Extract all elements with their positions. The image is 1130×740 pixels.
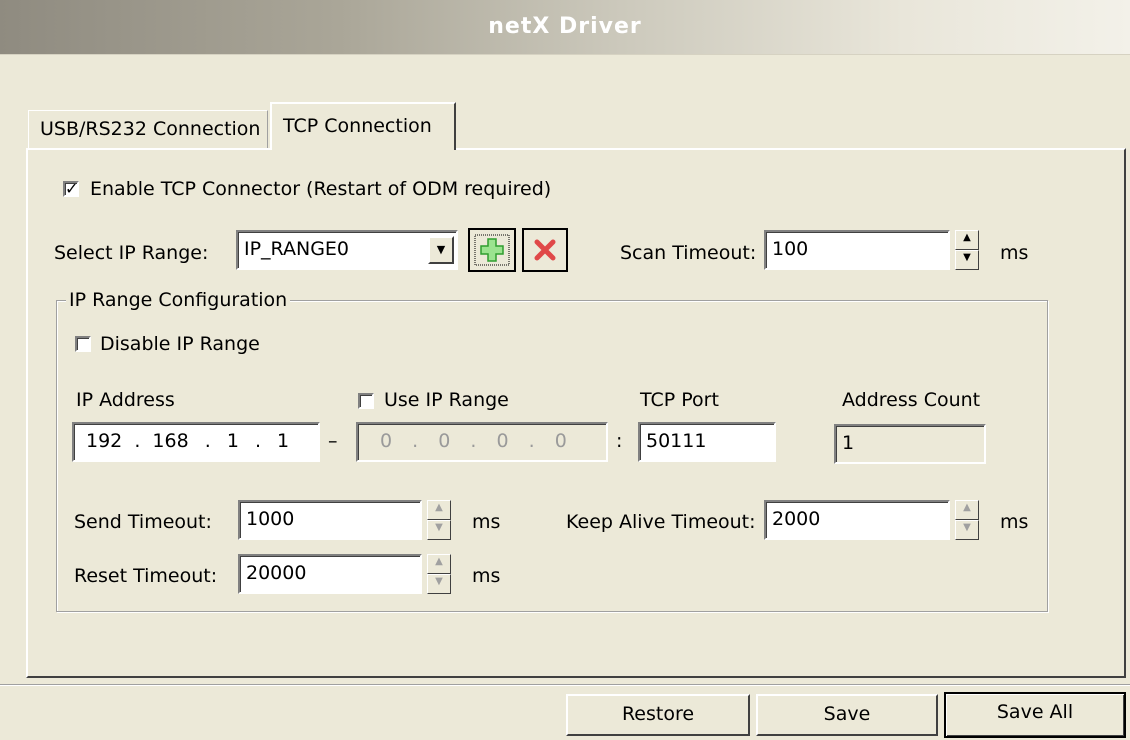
range-separator: – <box>328 430 338 452</box>
title-bar: netX Driver <box>0 0 1130 55</box>
address-count-field: 1 <box>834 424 986 464</box>
scan-timeout-input[interactable]: 100 <box>764 230 950 270</box>
reset-timeout-stepper[interactable]: ▲ ▼ <box>427 554 451 594</box>
ip-range-config-title: IP Range Configuration <box>66 289 291 311</box>
stepper-down-icon[interactable]: ▼ <box>955 520 979 540</box>
keep-alive-timeout-label: Keep Alive Timeout: <box>566 511 756 533</box>
tcp-port-label: TCP Port <box>640 389 719 411</box>
plus-icon <box>474 234 510 266</box>
ip-end-octet-4[interactable]: 0 <box>555 430 567 452</box>
keep-alive-timeout-unit: ms <box>1000 511 1029 533</box>
disable-ip-range-label: Disable IP Range <box>100 333 260 355</box>
ip-dot: . <box>470 430 477 452</box>
scan-timeout-stepper[interactable]: ▲ ▼ <box>955 230 979 270</box>
stepper-up-icon[interactable]: ▲ <box>955 230 979 250</box>
ip-octet-3[interactable]: 1 <box>227 430 239 452</box>
enable-tcp-label: Enable TCP Connector (Restart of ODM req… <box>90 178 552 200</box>
stepper-up-icon[interactable]: ▲ <box>427 554 451 574</box>
stepper-up-icon[interactable]: ▲ <box>955 500 979 520</box>
tab-tcp-connection[interactable]: TCP Connection <box>270 102 456 150</box>
chevron-down-icon[interactable]: ▼ <box>428 236 454 264</box>
ip-dot: . <box>254 430 261 452</box>
address-count-label: Address Count <box>842 389 981 411</box>
ip-octet-1[interactable]: 192 <box>86 430 122 452</box>
save-all-button[interactable]: Save All <box>944 692 1126 738</box>
ip-dot: . <box>204 430 211 452</box>
save-button[interactable]: Save <box>756 694 938 736</box>
keep-alive-timeout-input[interactable]: 2000 <box>764 500 950 540</box>
ip-end-octet-2[interactable]: 0 <box>438 430 450 452</box>
tcp-port-input[interactable]: 50111 <box>638 422 776 462</box>
ip-address-end-input[interactable]: 0 . 0 . 0 . 0 <box>356 422 608 462</box>
stepper-down-icon[interactable]: ▼ <box>427 520 451 540</box>
select-ip-range-label: Select IP Range: <box>54 242 209 264</box>
send-timeout-label: Send Timeout: <box>74 511 212 533</box>
reset-timeout-unit: ms <box>472 565 501 587</box>
scan-timeout-unit: ms <box>1000 242 1029 264</box>
keep-alive-timeout-stepper[interactable]: ▲ ▼ <box>955 500 979 540</box>
restore-button[interactable]: Restore <box>566 694 750 736</box>
ip-end-octet-1[interactable]: 0 <box>380 430 392 452</box>
scan-timeout-label: Scan Timeout: <box>620 242 757 264</box>
stepper-down-icon[interactable]: ▼ <box>427 574 451 594</box>
ip-dot: . <box>528 430 535 452</box>
ip-octet-2[interactable]: 168 <box>152 430 188 452</box>
add-ip-range-button[interactable] <box>468 228 516 272</box>
use-ip-range-checkbox[interactable] <box>358 393 374 409</box>
footer-divider <box>0 684 1130 686</box>
send-timeout-input[interactable]: 1000 <box>238 500 422 540</box>
ip-address-label: IP Address <box>76 389 175 411</box>
reset-timeout-input[interactable]: 20000 <box>238 554 422 594</box>
ip-end-octet-3[interactable]: 0 <box>496 430 508 452</box>
window-title: netX Driver <box>488 14 642 39</box>
send-timeout-stepper[interactable]: ▲ ▼ <box>427 500 451 540</box>
ip-range-select[interactable]: IP_RANGE0 ▼ <box>236 230 458 270</box>
ip-dot: . <box>134 430 141 452</box>
enable-tcp-checkbox[interactable]: ✓ <box>63 179 79 198</box>
x-icon <box>534 239 556 261</box>
ip-address-start-input[interactable]: 192 . 168 . 1 . 1 <box>72 422 320 462</box>
stepper-down-icon[interactable]: ▼ <box>955 250 979 270</box>
delete-ip-range-button[interactable] <box>522 228 568 272</box>
stepper-up-icon[interactable]: ▲ <box>427 500 451 520</box>
tab-usb-rs232[interactable]: USB/RS232 Connection <box>28 110 268 148</box>
disable-ip-range-checkbox[interactable] <box>75 336 91 352</box>
port-separator: : <box>616 430 623 452</box>
ip-octet-4[interactable]: 1 <box>277 430 289 452</box>
reset-timeout-label: Reset Timeout: <box>74 565 218 587</box>
checkmark-icon: ✓ <box>65 179 79 198</box>
send-timeout-unit: ms <box>472 511 501 533</box>
use-ip-range-label: Use IP Range <box>384 389 509 411</box>
ip-range-selected-value: IP_RANGE0 <box>244 238 350 260</box>
ip-dot: . <box>412 430 419 452</box>
